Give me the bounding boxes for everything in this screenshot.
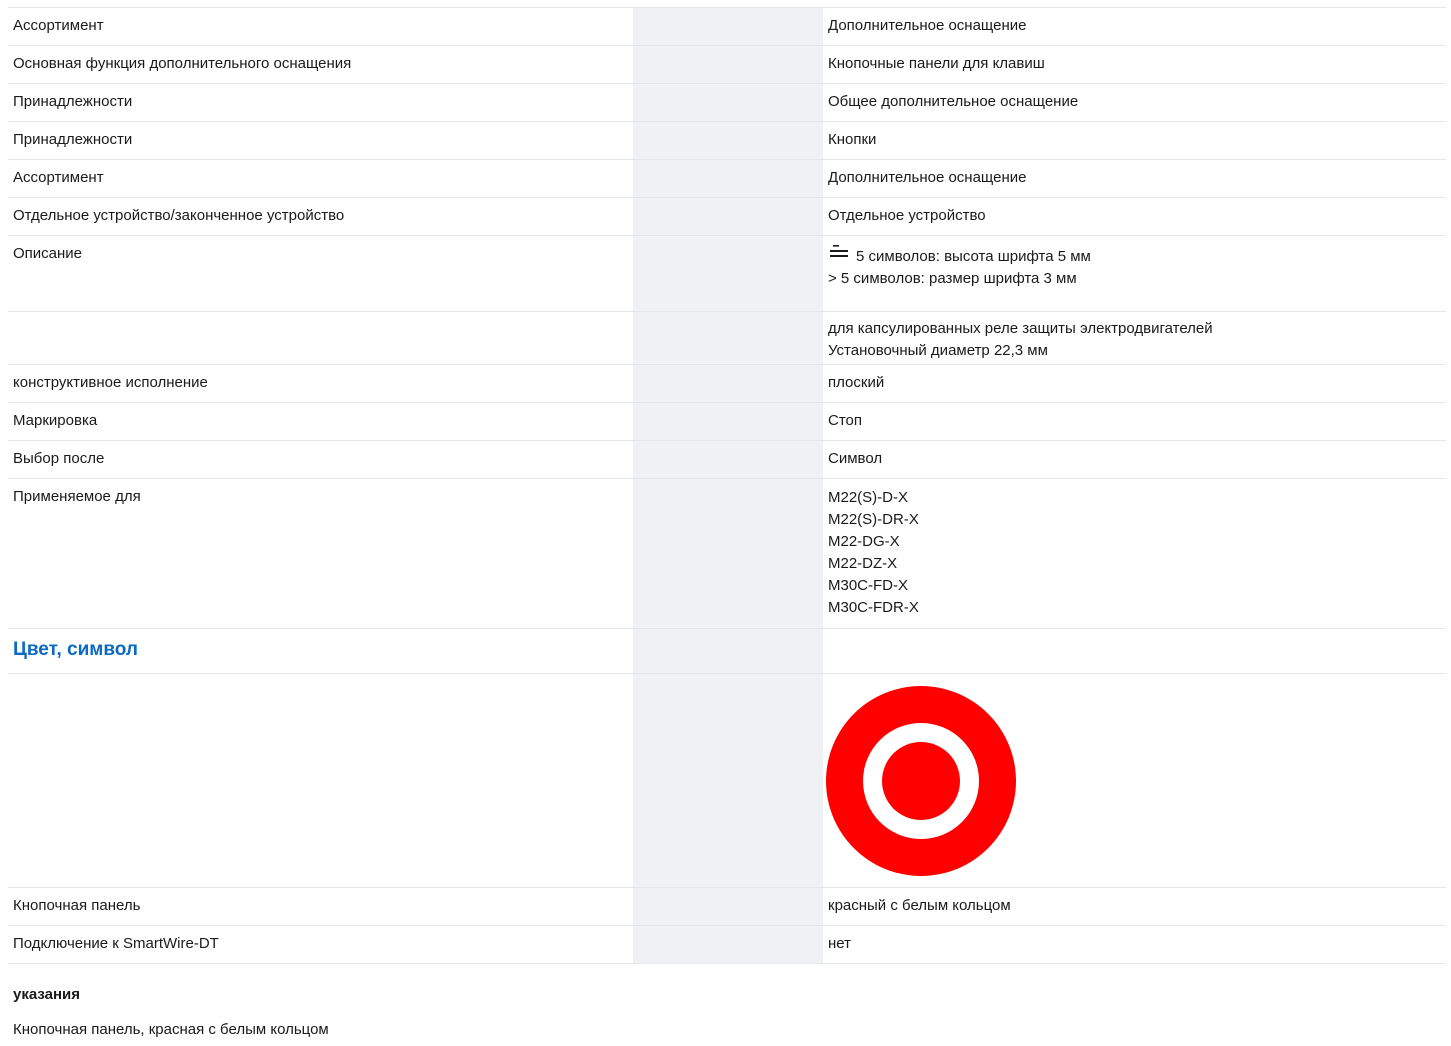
table-row: для капсулированных реле защиты электрод… xyxy=(8,311,1446,365)
spacer-cell xyxy=(633,478,747,629)
spacer-cell xyxy=(747,235,823,312)
notes-section: указания Кнопочная панель, красная с бел… xyxy=(13,986,1433,1038)
table-row: Выбор после Символ xyxy=(8,440,1446,479)
table-row: конструктивное исполнение плоский xyxy=(8,364,1446,403)
spacer-cell xyxy=(633,83,747,122)
symbol-row xyxy=(8,673,1446,888)
table-row: Ассортимент Дополнительное оснащение xyxy=(8,7,1446,46)
compatible-device: M22-DG-X xyxy=(828,533,900,550)
spacer-cell xyxy=(633,364,747,403)
value-line-1: для капсулированных реле защиты электрод… xyxy=(828,320,1213,337)
spacer-cell xyxy=(747,478,823,629)
row-value: плоский xyxy=(823,364,1446,403)
section-title: Цвет, символ xyxy=(8,628,633,674)
notes-text: Кнопочная панель, красная с белым кольцо… xyxy=(13,1021,329,1038)
row-label: Кнопочная панель xyxy=(8,887,633,926)
spacer-cell xyxy=(747,45,823,84)
spacer-cell xyxy=(633,673,747,888)
font-size-icon xyxy=(830,245,848,257)
table-row: Принадлежности Общее дополнительное осна… xyxy=(8,83,1446,122)
row-value: красный с белым кольцом xyxy=(823,887,1446,926)
spacer-cell xyxy=(747,673,823,888)
row-value: Кнопки xyxy=(823,121,1446,160)
row-label xyxy=(8,311,633,365)
row-label: Маркировка xyxy=(8,402,633,441)
row-value: M22(S)-D-X M22(S)-DR-X M22-DG-X M22-DZ-X… xyxy=(823,478,1446,629)
spacer-cell xyxy=(633,925,747,964)
compatible-device: M30C-FD-X xyxy=(828,577,909,594)
table-row: Принадлежности Кнопки xyxy=(8,121,1446,160)
compatible-device: M22-DZ-X xyxy=(828,555,898,572)
spacer-cell xyxy=(633,402,747,441)
section-row: Цвет, символ xyxy=(8,628,1446,674)
row-value: Кнопочные панели для клавиш xyxy=(823,45,1446,84)
table-row: Применяемое для M22(S)-D-X M22(S)-DR-X M… xyxy=(8,478,1446,629)
row-label: Выбор после xyxy=(8,440,633,479)
spacer-cell xyxy=(633,628,747,674)
table-row: Отдельное устройство/законченное устройс… xyxy=(8,197,1446,236)
spacer-cell xyxy=(633,440,747,479)
row-label: Основная функция дополнительного оснащен… xyxy=(8,45,633,84)
row-label: Принадлежности xyxy=(8,83,633,122)
stop-symbol-icon xyxy=(826,686,1016,876)
row-label: Ассортимент xyxy=(8,159,633,198)
row-label: Применяемое для xyxy=(8,478,633,629)
row-value: Отдельное устройство xyxy=(823,197,1446,236)
compatible-device: M22(S)-DR-X xyxy=(828,511,919,528)
spacer-cell xyxy=(633,235,747,312)
empty-cell xyxy=(8,673,633,888)
spacer-cell xyxy=(747,7,823,46)
table-row: Описание 5 символов: высота шрифта 5 мм … xyxy=(8,235,1446,312)
row-label: Описание xyxy=(8,235,633,312)
compatible-device: M30C-FDR-X xyxy=(828,599,919,616)
description-line-1: 5 символов: высота шрифта 5 мм xyxy=(828,244,1446,268)
spacer-cell xyxy=(747,364,823,403)
row-label: конструктивное исполнение xyxy=(8,364,633,403)
spacer-cell xyxy=(633,311,747,365)
row-value: для капсулированных реле защиты электрод… xyxy=(823,311,1446,365)
spacer-cell xyxy=(633,121,747,160)
row-label: Отдельное устройство/законченное устройс… xyxy=(8,197,633,236)
row-label: Подключение к SmartWire-DT xyxy=(8,925,633,964)
row-value: Дополнительное оснащение xyxy=(823,7,1446,46)
spacer-cell xyxy=(747,440,823,479)
row-value: Символ xyxy=(823,440,1446,479)
spacer-cell xyxy=(747,628,823,674)
table-row: Ассортимент Дополнительное оснащение xyxy=(8,159,1446,198)
description-text-1: 5 символов: высота шрифта 5 мм xyxy=(856,248,1091,265)
spacer-cell xyxy=(747,402,823,441)
table-row: Основная функция дополнительного оснащен… xyxy=(8,45,1446,84)
table-row: Подключение к SmartWire-DT нет xyxy=(8,925,1446,964)
notes-title: указания xyxy=(13,986,81,1003)
row-value: Стоп xyxy=(823,402,1446,441)
empty-cell xyxy=(823,628,1446,674)
spacer-cell xyxy=(747,197,823,236)
spacer-cell xyxy=(747,887,823,926)
spacer-cell xyxy=(747,925,823,964)
row-value: Общее дополнительное оснащение xyxy=(823,83,1446,122)
row-value: 5 символов: высота шрифта 5 мм > 5 симво… xyxy=(823,235,1446,312)
spacer-cell xyxy=(633,159,747,198)
row-label: Ассортимент xyxy=(8,7,633,46)
spacer-cell xyxy=(633,45,747,84)
row-value: нет xyxy=(823,925,1446,964)
value-line-2: Установочный диаметр 22,3 мм xyxy=(828,342,1048,359)
spacer-cell xyxy=(747,311,823,365)
symbol-cell xyxy=(823,673,1446,888)
spacer-cell xyxy=(747,159,823,198)
table-row: Кнопочная панель красный с белым кольцом xyxy=(8,887,1446,926)
compatible-device: M22(S)-D-X xyxy=(828,489,909,506)
row-label: Принадлежности xyxy=(8,121,633,160)
spacer-cell xyxy=(633,887,747,926)
description-line-2: > 5 символов: размер шрифта 3 мм xyxy=(828,270,1077,287)
spacer-cell xyxy=(747,121,823,160)
spec-table: Ассортимент Дополнительное оснащение Осн… xyxy=(8,7,1446,964)
spacer-cell xyxy=(633,7,747,46)
spacer-cell xyxy=(747,83,823,122)
table-row: Маркировка Стоп xyxy=(8,402,1446,441)
row-value: Дополнительное оснащение xyxy=(823,159,1446,198)
spacer-cell xyxy=(633,197,747,236)
